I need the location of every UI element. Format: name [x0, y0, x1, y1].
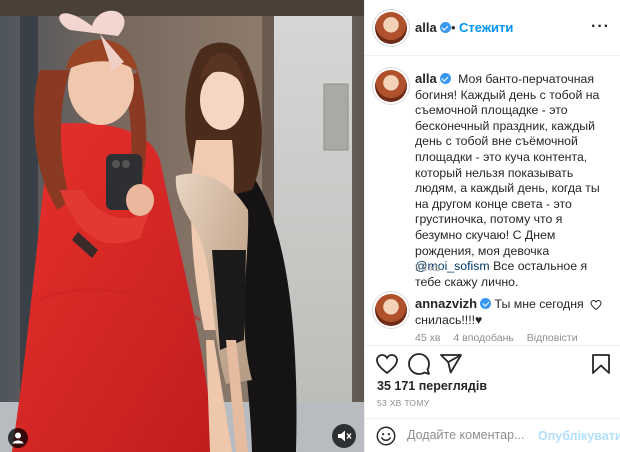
comment-likes[interactable]: 4 вподобань: [453, 332, 513, 344]
verified-badge-icon: [439, 22, 451, 33]
avatar[interactable]: [375, 12, 407, 44]
comment-username-text[interactable]: annazvizh: [415, 296, 477, 311]
username[interactable]: alla: [415, 20, 451, 35]
add-comment-bar: Опублікувати: [365, 418, 620, 452]
more-options-icon[interactable]: ···: [591, 18, 610, 36]
separator-dot: •: [451, 20, 456, 35]
comment-username[interactable]: annazvizh: [415, 296, 492, 311]
view-count[interactable]: 35 171 переглядів: [377, 379, 487, 393]
comment-timestamp[interactable]: 45 хв: [415, 332, 440, 344]
comments-section[interactable]: alla Моя банто-перчаточная богиня! Кажды…: [365, 56, 620, 345]
bookmark-icon[interactable]: [589, 352, 613, 376]
caption-timestamp[interactable]: 53 хв: [415, 262, 440, 274]
post-comment-button[interactable]: Опублікувати: [538, 429, 620, 443]
tagged-users-button[interactable]: [8, 428, 28, 448]
comment-text: annazvizh Ты мне сегодня снилась!!!!♥: [415, 296, 585, 328]
user-icon: [12, 432, 24, 444]
avatar[interactable]: [375, 294, 407, 326]
video-frame: [0, 0, 364, 452]
verified-badge-icon: [480, 298, 492, 309]
speaker-muted-icon: [338, 430, 352, 442]
caption-username[interactable]: alla: [415, 71, 451, 86]
comment-meta: 45 хв 4 вподобань Відповісти: [415, 332, 588, 344]
caption-username-text[interactable]: alla: [415, 71, 437, 86]
verified-badge-icon: [439, 73, 451, 84]
caption-text: alla Моя банто-перчаточная богиня! Кажды…: [415, 71, 609, 290]
post-header: alla • Стежити ···: [365, 0, 620, 56]
comment-icon[interactable]: [407, 352, 431, 376]
post-timestamp[interactable]: 53 ХВ ТОМУ: [377, 398, 429, 408]
comment-heart-icon[interactable]: [590, 299, 602, 311]
emoji-icon[interactable]: [375, 425, 397, 447]
post-side-panel: alla • Стежити ··· alla Моя банто-перчат…: [364, 0, 620, 452]
comment-input[interactable]: [407, 428, 537, 442]
reply-button[interactable]: Відповісти: [527, 332, 578, 344]
username-text[interactable]: alla: [415, 20, 437, 35]
caption-body: Моя банто-перчаточная богиня! Каждый ден…: [415, 72, 600, 258]
avatar[interactable]: [375, 70, 407, 102]
follow-button[interactable]: Стежити: [459, 20, 513, 35]
mute-button[interactable]: [332, 424, 356, 448]
post-media[interactable]: [0, 0, 364, 452]
post-actions: [365, 345, 620, 377]
heart-icon[interactable]: [375, 352, 399, 376]
share-icon[interactable]: [439, 352, 463, 376]
